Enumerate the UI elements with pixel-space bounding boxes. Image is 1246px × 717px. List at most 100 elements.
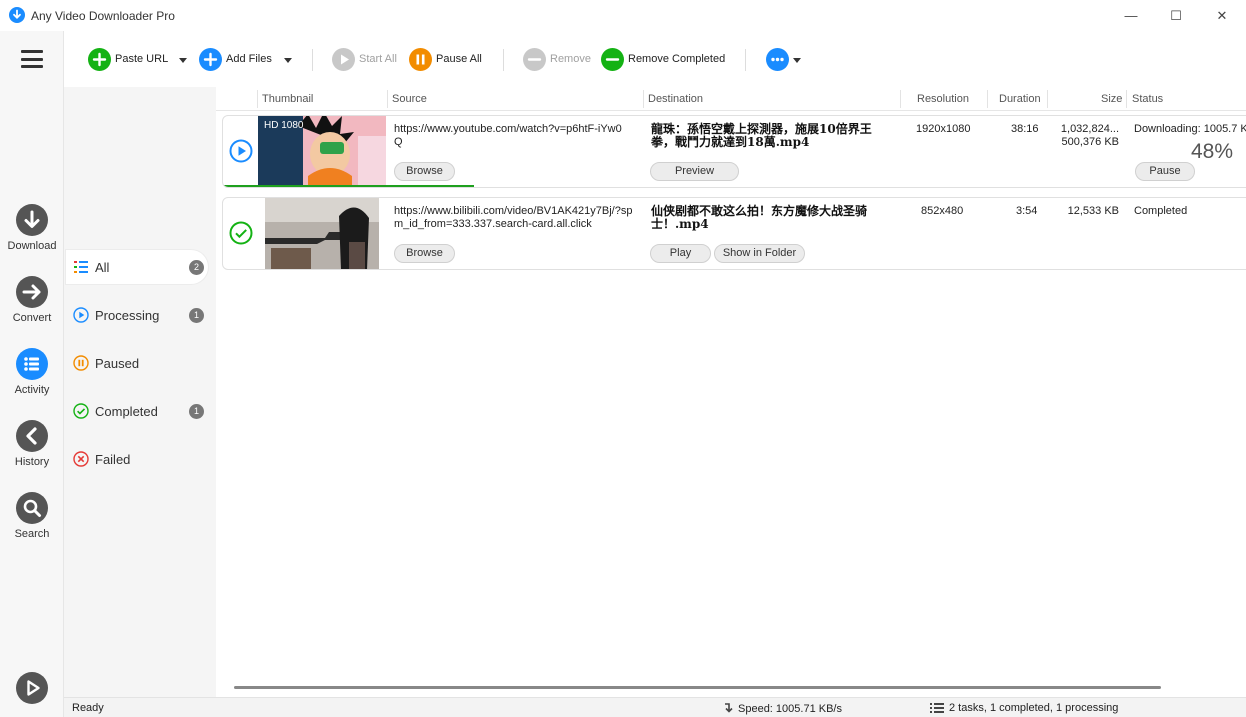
filter-completed-count: 1: [189, 404, 204, 419]
progress-percent: 48%: [1191, 140, 1234, 163]
speed-arrow-icon: [725, 703, 733, 713]
filter-paused[interactable]: Paused: [66, 346, 208, 380]
show-in-folder-button[interactable]: Show in Folder: [714, 244, 805, 263]
maximize-button[interactable]: ☐: [1153, 0, 1199, 31]
duration-value: 38:16: [1011, 123, 1039, 135]
filter-completed[interactable]: Completed 1: [66, 394, 208, 428]
paste-url-button[interactable]: Paste URL: [88, 47, 168, 71]
more-options-dropdown-icon[interactable]: [793, 58, 801, 63]
minus-icon: [601, 47, 624, 71]
browse-button[interactable]: Browse: [394, 162, 455, 181]
progress-fill: [223, 185, 474, 187]
paste-url-dropdown-icon[interactable]: [179, 58, 187, 63]
column-status[interactable]: Status: [1132, 93, 1163, 105]
title-bar: Any Video Downloader Pro — ☐ ✕: [0, 0, 1246, 31]
download-arrow-icon: [16, 204, 48, 236]
status-text: Completed: [1134, 205, 1188, 217]
pause-icon: [409, 47, 432, 71]
magnifier-icon: [16, 492, 48, 524]
column-divider: [900, 90, 901, 108]
table-row[interactable]: https://www.bilibili.com/video/BV1AK421y…: [222, 197, 1246, 270]
more-dots-icon: [766, 47, 789, 71]
minimize-button[interactable]: —: [1108, 0, 1154, 31]
destination-line2: 拳，戰鬥力就達到18萬.mp4: [651, 135, 810, 149]
filter-paused-label: Paused: [95, 355, 140, 371]
column-duration[interactable]: Duration: [999, 93, 1041, 105]
column-resolution[interactable]: Resolution: [917, 93, 969, 105]
play-circle-icon: [73, 307, 89, 323]
nav-activity[interactable]: Activity: [0, 348, 64, 396]
menu-icon[interactable]: [21, 50, 43, 68]
table-row[interactable]: HD 1080 https://www.youtube.com/watch?v=…: [222, 115, 1246, 188]
play-circle-icon[interactable]: [229, 139, 253, 163]
horizontal-scrollbar[interactable]: [234, 686, 1161, 689]
plus-icon: [88, 47, 111, 71]
pause-all-button[interactable]: Pause All: [409, 47, 482, 71]
source-url-line2: Q: [394, 136, 403, 148]
remove-completed-label: Remove Completed: [628, 53, 726, 65]
video-thumbnail[interactable]: HD 1080: [258, 116, 386, 187]
video-thumbnail[interactable]: [265, 198, 379, 269]
table-header: Thumbnail Source Destination Resolution …: [216, 87, 1246, 111]
status-ready: Ready: [72, 702, 104, 714]
size-downloaded: 500,376 KB: [1061, 136, 1120, 148]
filter-completed-label: Completed: [95, 403, 158, 419]
size-total: 1,032,824...: [1060, 123, 1119, 135]
filter-all-count: 2: [189, 260, 204, 275]
add-files-button[interactable]: Add Files: [199, 47, 272, 71]
hd-badge: HD 1080: [264, 120, 304, 131]
add-files-dropdown-icon[interactable]: [284, 58, 292, 63]
remove-completed-button[interactable]: Remove Completed: [601, 47, 725, 71]
nav-download[interactable]: Download: [0, 204, 64, 252]
filter-failed[interactable]: Failed: [66, 442, 208, 476]
left-navigation: Download Convert Activity History Search: [0, 31, 64, 717]
column-divider: [257, 90, 258, 108]
column-divider: [643, 90, 644, 108]
play-button[interactable]: Play: [650, 244, 711, 263]
filter-processing-label: Processing: [95, 307, 160, 323]
more-options-button[interactable]: [766, 47, 793, 71]
nav-activity-label: Activity: [14, 384, 50, 396]
remove-label: Remove: [550, 53, 591, 65]
column-divider: [1047, 90, 1048, 108]
column-destination[interactable]: Destination: [648, 93, 703, 105]
nav-player[interactable]: [0, 672, 64, 704]
back-chevron-icon: [16, 420, 48, 452]
remove-button[interactable]: Remove: [523, 47, 591, 71]
preview-button[interactable]: Preview: [650, 162, 739, 181]
status-bar: Ready Speed: 1005.71 KB/s 2 tasks, 1 com…: [64, 697, 1246, 717]
status-tasks: 2 tasks, 1 completed, 1 processing: [930, 702, 1118, 714]
convert-arrow-icon: [16, 276, 48, 308]
app-logo-icon: [9, 7, 25, 23]
pause-all-label: Pause All: [436, 53, 482, 65]
list-icon: [16, 348, 48, 380]
resolution-value: 852x480: [921, 205, 964, 217]
nav-search[interactable]: Search: [0, 492, 64, 540]
column-thumbnail[interactable]: Thumbnail: [262, 93, 313, 105]
start-all-button[interactable]: Start All: [332, 47, 397, 71]
toolbar-divider: [503, 49, 504, 71]
column-size[interactable]: Size: [1101, 93, 1122, 105]
download-progress-bar: [223, 185, 745, 187]
nav-convert[interactable]: Convert: [0, 276, 64, 324]
filter-panel: All 2 Processing 1 Paused Completed 1 Fa…: [64, 87, 216, 697]
pause-task-button[interactable]: Pause: [1135, 162, 1195, 181]
close-button[interactable]: ✕: [1199, 0, 1245, 31]
nav-search-label: Search: [14, 528, 50, 540]
nav-history[interactable]: History: [0, 420, 64, 468]
nav-download-label: Download: [7, 240, 57, 252]
status-text: Downloading: 1005.7 K: [1134, 123, 1246, 135]
filter-failed-label: Failed: [95, 451, 131, 467]
filter-all[interactable]: All 2: [66, 250, 208, 284]
column-source[interactable]: Source: [392, 93, 427, 105]
status-speed-text: Speed: 1005.71 KB/s: [738, 703, 842, 715]
browse-button[interactable]: Browse: [394, 244, 455, 263]
play-icon: [16, 672, 48, 704]
add-files-label: Add Files: [226, 53, 272, 65]
column-divider: [1126, 90, 1127, 108]
toolbar-divider: [745, 49, 746, 71]
status-speed: Speed: 1005.71 KB/s: [722, 702, 842, 716]
filter-all-label: All: [95, 259, 110, 275]
filter-processing-count: 1: [189, 308, 204, 323]
filter-processing[interactable]: Processing 1: [66, 298, 208, 332]
